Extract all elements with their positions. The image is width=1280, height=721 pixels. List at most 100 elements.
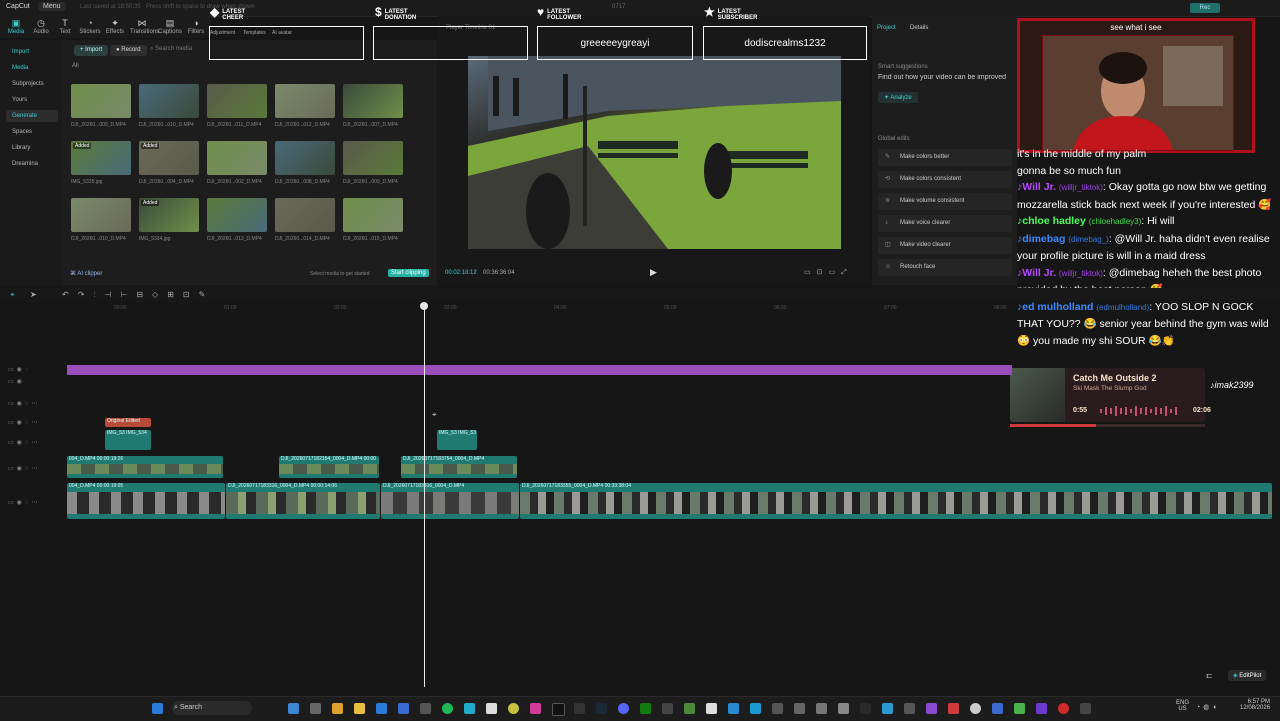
edge-icon[interactable] [288,703,299,714]
media-search[interactable]: ⌕ Search media [150,46,192,53]
tool-media[interactable]: ▣ Media [4,18,28,35]
track-controls-icon[interactable]: ▭◉◌⋯ [8,400,40,407]
start-clipping-button[interactable]: Start clipping [388,269,429,277]
app-icon[interactable] [706,703,717,714]
playhead-handle[interactable] [420,302,428,310]
app-icon[interactable] [486,703,497,714]
nav-spaces[interactable]: Spaces [6,126,58,138]
main-video-clip[interactable]: DJI_20260717183316_0004_D.MP4 [381,483,519,519]
clock[interactable]: 6:57 PM 12/08/2026 [1240,699,1270,711]
analyze-button[interactable]: ✦ Analyze [878,92,918,103]
track-controls-icon[interactable]: ▭◉ [8,378,25,385]
app-icon[interactable] [882,703,893,714]
tray-icons[interactable]: ◔◍◖ [1196,703,1220,711]
spotify-icon[interactable] [442,703,453,714]
media-thumbnail[interactable]: DJI_20260...011_D.MP4 [207,84,267,128]
tool-captions[interactable]: ▤ Captions [158,18,182,35]
filter-all[interactable]: All [72,63,79,69]
app-icon[interactable] [926,703,937,714]
store-icon[interactable] [310,703,321,714]
media-thumbnail[interactable]: DJI_20260...007_D.MP4 [343,84,403,128]
main-video-clip[interactable]: DJI_20260717183316_0004_D.MP4 00:00:14:0… [226,483,380,519]
app-icon[interactable] [728,703,739,714]
tool-filters[interactable]: ◑ Filters [184,18,208,35]
media-thumbnail[interactable]: DJI_20260...013_D.MP4 [207,198,267,242]
app-icon[interactable] [508,703,519,714]
media-thumbnail[interactable]: DJI_20260...009_D.MP4 [71,84,131,128]
tab-details[interactable]: Details [910,25,928,31]
overlay-clip[interactable]: Original Edited [105,418,151,427]
image-clip[interactable]: IMG_53 IMG_53 [437,430,477,450]
import-button[interactable]: + Import [74,45,109,56]
record-media-button[interactable]: ● Record [110,45,147,56]
track-controls-icon[interactable]: ▭◉◌⋯ [8,419,40,426]
edit-colors-better[interactable]: ✎ Make colors better [878,149,1012,166]
media-thumbnail[interactable]: DJI_20260...014_D.MP4 [275,198,335,242]
nav-subprojects[interactable]: Subprojects [6,78,58,90]
tool-audio[interactable]: ◷ Audio [29,18,53,35]
main-video-clip[interactable]: 004_D.MP4 00:00:19:05 [67,483,225,519]
edit-tools-icons[interactable]: ↶↷⫶⊣⊢⊟◇⊞⊡✎ [62,290,214,300]
nav-generate[interactable]: Generate [6,110,58,122]
app-icon[interactable] [574,703,585,714]
media-thumbnail[interactable]: DJI_20260...009_D.MP4 [343,141,403,185]
play-icon[interactable]: ▶ [650,267,657,278]
track-controls-icon[interactable]: ▭◉◌⋯ [8,465,40,472]
tool-effects[interactable]: ✦ Effects [103,18,127,35]
steam-icon[interactable] [596,703,607,714]
tab-project[interactable]: Project [877,25,896,31]
media-thumbnail[interactable]: DJI_20260...010_D.MP4 [139,84,199,128]
instagram-icon[interactable] [530,703,541,714]
player-controls-icon[interactable]: ▭⊡▭⤢ [804,268,853,277]
edit-voice-clearer[interactable]: ♪ Make voice clearer [878,215,1012,232]
edit-retouch-face[interactable]: ☺ Retouch face [878,259,1012,276]
app-icon[interactable] [376,703,387,714]
app-icon[interactable] [860,703,871,714]
video-clip[interactable]: DJI_20260717183754_0004_D.MP4 [401,456,517,478]
app-icon[interactable] [1080,703,1091,714]
app-icon[interactable] [904,703,915,714]
capcut-icon[interactable] [464,703,475,714]
media-thumbnail[interactable]: DJI_20260...010_D.MP4 [71,198,131,242]
minimize-panel-icon[interactable]: ⊏ [1206,671,1213,680]
media-thumbnail[interactable]: Added DJI_20260...004_D.MP4 [139,141,199,185]
windows-start-icon[interactable] [152,703,163,714]
media-thumbnail[interactable]: Added IMG_5335.jpg [71,141,131,185]
track-controls-icon[interactable]: ▭◉◌ [8,366,31,373]
taskbar-search[interactable]: ⌕ Search [172,701,252,715]
app-icon[interactable] [1014,703,1025,714]
cursor-tool-icon[interactable]: ➤ [30,290,37,299]
main-video-clip[interactable]: DJI_20260717183355_0004_D.MP4 00:33:38:0… [520,483,1272,519]
nav-dreamina[interactable]: Dreamina [6,158,58,170]
nav-library[interactable]: Library [6,142,58,154]
obs-icon[interactable] [1058,703,1069,714]
app-icon[interactable] [1036,703,1047,714]
media-thumbnail[interactable]: DJI_20260...012_D.MP4 [275,84,335,128]
discord-icon[interactable] [618,703,629,714]
tool-text[interactable]: T Text [53,18,77,35]
media-thumbnail[interactable]: DJI_20260...002_D.MP4 [207,141,267,185]
media-thumbnail[interactable]: Added IMG_5334.jpg [139,198,199,242]
playhead[interactable] [424,304,425,687]
language-indicator[interactable]: ENG US [1176,700,1189,712]
app-icon[interactable] [838,703,849,714]
select-tool-icon[interactable]: ⌖ [10,290,15,300]
app-icon[interactable] [992,703,1003,714]
ai-clipper-button[interactable]: ⌘ AI clipper [70,270,102,277]
tool-transitions[interactable]: ⋈ Transitions [130,18,159,35]
nav-media[interactable]: Media [6,62,58,74]
app-icon[interactable] [662,703,673,714]
edit-video-clearer[interactable]: ◫ Make video clearer [878,237,1012,254]
app-icon[interactable] [772,703,783,714]
chatgpt-icon[interactable] [970,703,981,714]
app-icon[interactable] [816,703,827,714]
explorer-icon[interactable] [354,703,365,714]
video-clip[interactable]: DJI_20260717182154_0004_D.MP4 00:00 [279,456,379,478]
editpilot-button[interactable]: ◈ EditPilot [1228,670,1267,681]
video-clip[interactable]: 004_D.MP4 00:00:19:26 [67,456,223,478]
xbox-icon[interactable] [640,703,651,714]
edit-colors-consistent[interactable]: ⟲ Make colors consistent [878,171,1012,188]
nav-import[interactable]: Import [6,46,58,58]
track-controls-icon[interactable]: ▭◉◌⋯ [8,499,40,506]
adjustment-track-clip[interactable] [67,365,1012,375]
